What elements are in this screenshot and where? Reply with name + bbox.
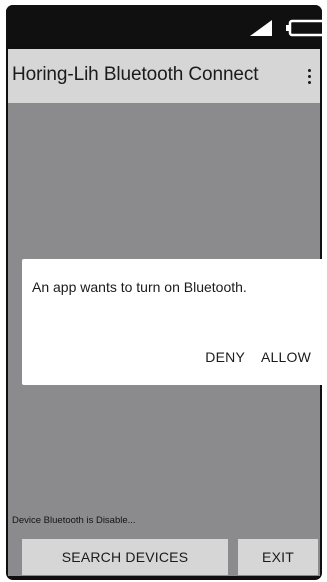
app-title: Horing-Lih Bluetooth Connect xyxy=(12,64,259,85)
more-vert-icon[interactable] xyxy=(302,63,316,89)
content-area: An app wants to turn on Bluetooth. DENY … xyxy=(8,103,322,576)
search-devices-button[interactable]: SEARCH DEVICES xyxy=(22,539,228,575)
battery-icon xyxy=(286,19,322,37)
dialog-actions: DENY ALLOW xyxy=(202,347,314,367)
dialog-message: An app wants to turn on Bluetooth. xyxy=(32,279,247,295)
allow-button[interactable]: ALLOW xyxy=(258,347,314,367)
deny-button[interactable]: DENY xyxy=(202,347,248,367)
exit-button[interactable]: EXIT xyxy=(238,539,318,575)
status-bar xyxy=(6,5,322,43)
device-frame: Horing-Lih Bluetooth Connect An app want… xyxy=(6,5,322,580)
bluetooth-permission-dialog: An app wants to turn on Bluetooth. DENY … xyxy=(22,259,322,385)
bluetooth-status-text: Device Bluetooth is Disable... xyxy=(12,515,136,526)
signal-icon xyxy=(250,20,272,36)
app-bar: Horing-Lih Bluetooth Connect xyxy=(8,49,320,103)
